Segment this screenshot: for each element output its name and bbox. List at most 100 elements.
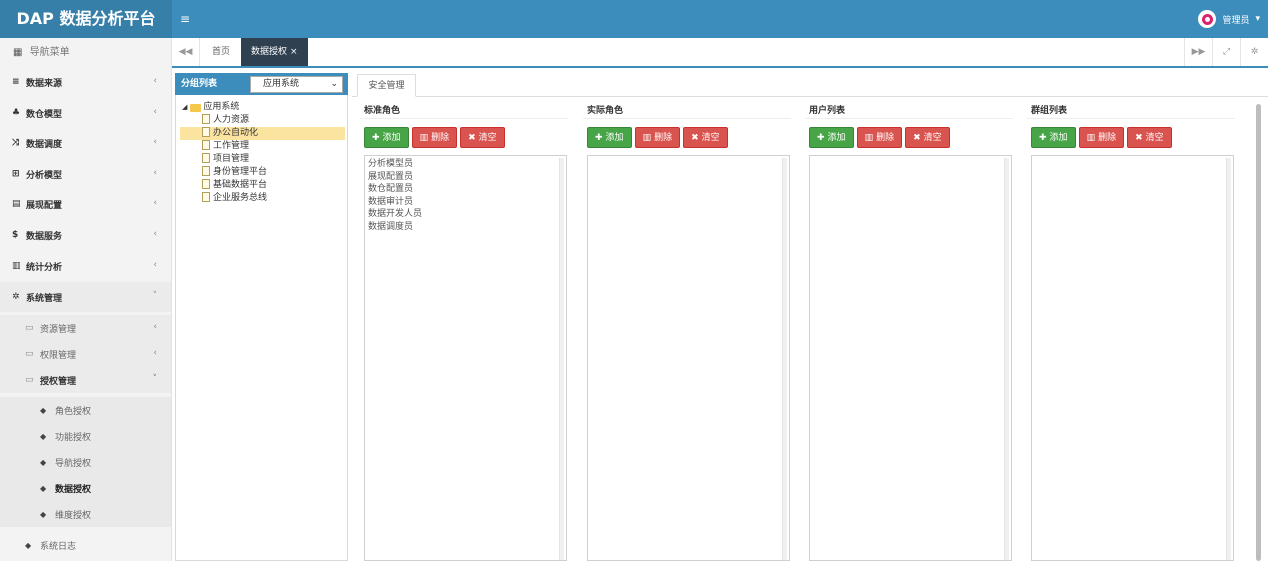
sidebar-item-data-service[interactable]: $ 数据服务 ‹ (0, 220, 171, 250)
role-listbox[interactable]: 分析模型员 展现配置员 数仓配置员 数据审计员 数据开发人员 数据调度员 (364, 155, 567, 561)
menu-toggle-icon[interactable]: ≡ (180, 0, 190, 38)
tree-node-label: 办公自动化 (213, 128, 259, 138)
expand-icon[interactable]: ◢ (182, 101, 187, 114)
tree-node[interactable]: 基础数据平台 (180, 179, 345, 192)
close-icon[interactable]: × (290, 47, 298, 57)
scroll-right-icon[interactable]: ▶▶ (1184, 38, 1212, 66)
tree-node-selected[interactable]: 办公自动化 (180, 127, 345, 140)
sidebar-subitem-authorization[interactable]: ▭ 授权管理 ˅ (0, 367, 171, 393)
sidebar-leaf-function-auth[interactable]: ◆ 功能授权 (0, 423, 171, 449)
app-logo[interactable]: DAP 数据分析平台 (0, 0, 172, 38)
tree-node-label: 人力资源 (213, 115, 250, 125)
tab-security[interactable]: 安全管理 (357, 74, 416, 97)
scrollbar[interactable] (1226, 158, 1231, 560)
user-name[interactable]: 管理员 (1222, 13, 1249, 26)
sidebar-item-label: 统计分析 (26, 262, 63, 273)
sidebar-leaf-navigation-auth[interactable]: ◆ 导航授权 (0, 449, 171, 475)
button-group: ✚ 添加 ▥ 删除 ✖ 清空 (1031, 127, 1172, 148)
sidebar-item-system-management[interactable]: ✲ 系统管理 ˅ (0, 282, 171, 312)
tree-node[interactable]: 工作管理 (180, 140, 345, 153)
bar-chart-icon: ▥ (12, 261, 21, 271)
page-scrollbar[interactable] (1256, 104, 1261, 561)
tree-node-label: 身份管理平台 (213, 167, 268, 177)
button-group: ✚ 添加 ▥ 删除 ✖ 清空 (809, 127, 950, 148)
sidebar-leaf-dimension-auth[interactable]: ◆ 维度授权 (0, 501, 171, 527)
button-group: ✚ 添加 ▥ 删除 ✖ 清空 (587, 127, 728, 148)
sidebar-item-label: 系统管理 (26, 293, 63, 304)
chevron-down-icon: ˅ (152, 291, 158, 301)
select-value: 应用系统 (263, 79, 300, 89)
sidebar-item-warehouse-model[interactable]: ♣ 数仓模型 ‹ (0, 98, 171, 128)
tree-node[interactable]: 项目管理 (180, 153, 345, 166)
clear-button[interactable]: ✖ 清空 (683, 127, 728, 148)
tab-data-auth[interactable]: 数据授权 × (241, 38, 308, 66)
clear-button[interactable]: ✖ 清空 (1127, 127, 1172, 148)
sidebar-item-statistics[interactable]: ▥ 统计分析 ‹ (0, 251, 171, 281)
trash-icon: ▥ (864, 133, 874, 143)
delete-button[interactable]: ▥ 删除 (856, 127, 903, 148)
trash-icon: ▥ (419, 133, 429, 143)
add-button[interactable]: ✚ 添加 (1031, 127, 1076, 148)
sidebar-subitem-resource[interactable]: ▭ 资源管理 ‹ (0, 315, 171, 341)
sidebar-item-system-log[interactable]: ◆ 系统日志 (0, 532, 171, 558)
fullscreen-icon[interactable]: ⤢ (1212, 38, 1240, 66)
sidebar-item-analysis-model[interactable]: ⊞ 分析模型 ‹ (0, 159, 171, 189)
scrollbar[interactable] (559, 158, 564, 560)
caret-down-icon[interactable]: ▾ (1255, 14, 1260, 24)
group-panel-header: 分组列表 应用系统 ⌄ (175, 73, 348, 95)
user-menu[interactable]: 管理员 ▾ (1198, 0, 1260, 38)
tree-node[interactable]: 企业服务总线 (180, 192, 345, 205)
sidebar-leaf-data-auth[interactable]: ◆ 数据授权 (0, 475, 171, 501)
list-item[interactable]: 分析模型员 (368, 158, 563, 171)
document-icon (202, 140, 210, 150)
add-button[interactable]: ✚ 添加 (809, 127, 854, 148)
chevron-left-icon: ‹ (153, 322, 157, 332)
add-button[interactable]: ✚ 添加 (587, 127, 632, 148)
chevron-down-icon: ˅ (152, 374, 158, 384)
tree-node[interactable]: 身份管理平台 (180, 166, 345, 179)
tree-node-label: 企业服务总线 (213, 193, 268, 203)
sidebar-item-data-schedule[interactable]: ⤨ 数据调度 ‹ (0, 128, 171, 158)
tree-root[interactable]: ◢ 应用系统 (182, 101, 239, 114)
scrollbar[interactable] (1004, 158, 1009, 560)
clear-button[interactable]: ✖ 清空 (460, 127, 505, 148)
list-item[interactable]: 数仓配置员 (368, 183, 563, 196)
delete-button[interactable]: ▥ 删除 (634, 127, 681, 148)
list-item[interactable]: 数据审计员 (368, 196, 563, 209)
delete-button[interactable]: ▥ 删除 (1078, 127, 1125, 148)
leaf-icon: ◆ (40, 509, 47, 519)
actual-role-listbox[interactable] (587, 155, 790, 561)
group-type-select[interactable]: 应用系统 ⌄ (250, 76, 343, 93)
sidebar-item-label: 数据调度 (26, 139, 63, 150)
delete-button[interactable]: ▥ 删除 (411, 127, 458, 148)
add-button[interactable]: ✚ 添加 (364, 127, 409, 148)
list-item[interactable]: 展现配置员 (368, 171, 563, 184)
user-listbox[interactable] (809, 155, 1012, 561)
document-icon (202, 127, 210, 137)
tree-node-label: 基础数据平台 (213, 180, 268, 190)
avatar[interactable] (1198, 10, 1217, 28)
sidebar-item-display-config[interactable]: ▤ 展现配置 ‹ (0, 189, 171, 219)
tab-home[interactable]: 首页 (202, 38, 240, 66)
scroll-left-icon[interactable]: ◀◀ (172, 38, 200, 66)
document-icon (202, 179, 210, 189)
settings-icon[interactable]: ✲ (1240, 38, 1268, 66)
chevron-left-icon: ‹ (153, 107, 157, 117)
scrollbar[interactable] (782, 158, 787, 560)
folder-icon (190, 103, 202, 112)
divider (805, 118, 1013, 119)
list-item[interactable]: 数据开发人员 (368, 208, 563, 221)
tree-node[interactable]: 人力资源 (180, 114, 345, 127)
list-item[interactable]: 数据调度员 (368, 221, 563, 234)
button-label: 清空 (1145, 133, 1164, 143)
sidebar-leaf-role-auth[interactable]: ◆ 角色授权 (0, 397, 171, 423)
sidebar-subitem-permission[interactable]: ▭ 权限管理 ‹ (0, 341, 171, 367)
sidebar-item-label: 系统日志 (40, 541, 77, 552)
sidebar-subitem-label: 资源管理 (40, 324, 77, 335)
cubes-icon: ♣ (12, 108, 21, 118)
close-icon: ✖ (1135, 133, 1143, 143)
group-listbox[interactable] (1031, 155, 1234, 561)
clear-button[interactable]: ✖ 清空 (905, 127, 950, 148)
database-icon: ≡ (12, 77, 20, 87)
sidebar-item-data-source[interactable]: ≡ 数据来源 ‹ (0, 67, 171, 97)
